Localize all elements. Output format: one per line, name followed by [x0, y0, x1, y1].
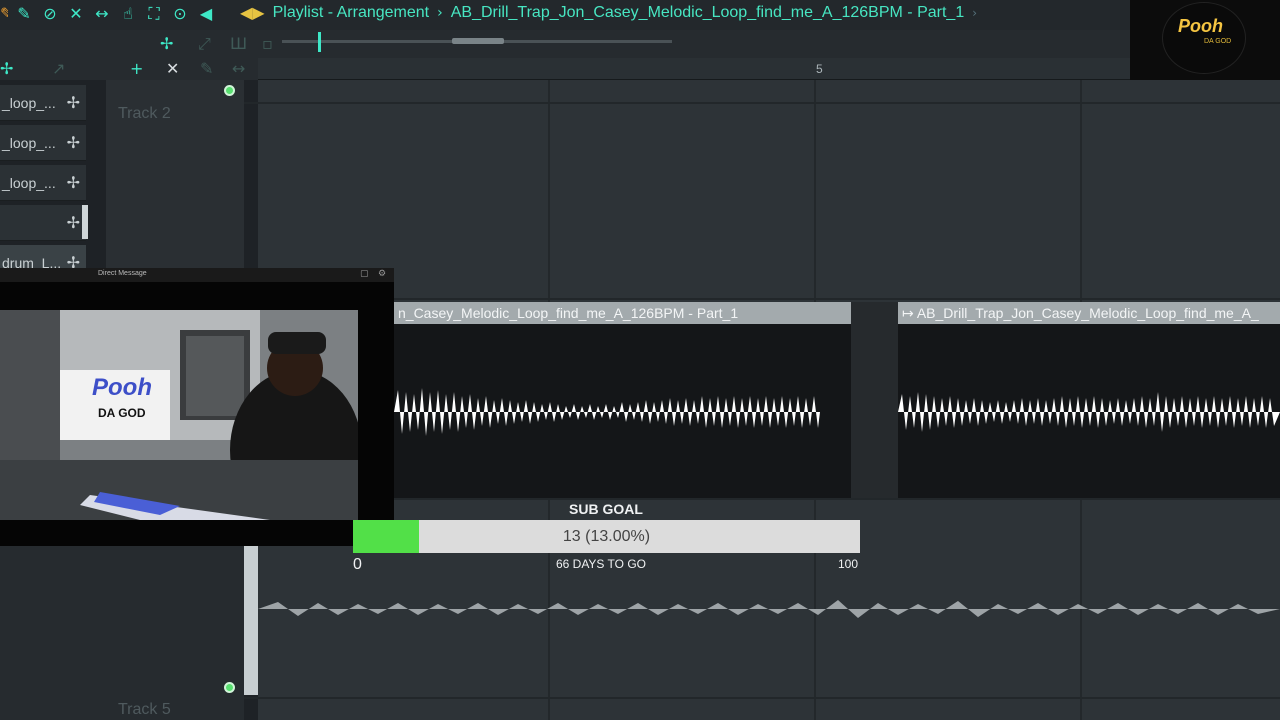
add-icon[interactable]: +	[130, 59, 143, 78]
track-separator	[244, 102, 1280, 104]
audio-clip[interactable]: n_Casey_Melodic_Loop_find_me_A_126BPM - …	[394, 302, 851, 498]
minimize-icon[interactable]: ▢	[360, 269, 369, 279]
webcam-titlebar: Direct Message ▢ ⚙	[0, 268, 394, 282]
channel-handle-icon[interactable]: ✢	[67, 213, 80, 232]
channel-label: _loop_...	[2, 175, 56, 191]
tool-icons: ✎ ✎ ⊘ ✕ ↔ ☝ ⛶ ⊙ ◀	[0, 4, 216, 24]
magnet-icon[interactable]: ▫	[262, 34, 273, 53]
breadcrumb-arrow-icon[interactable]: ›	[972, 6, 977, 20]
title-area: ◀▶ Playlist - Arrangement › AB_Drill_Tra…	[240, 3, 977, 22]
slider-marker[interactable]	[452, 38, 504, 44]
breadcrumb-separator-icon: ›	[437, 4, 443, 21]
channel-scrollbar[interactable]	[82, 205, 88, 239]
streamer-scene	[0, 310, 358, 520]
bar-number: 5	[816, 62, 823, 76]
toolbar-row-2: ✢ ⤢ Ш ▫	[0, 30, 1130, 58]
channel-item[interactable]: _loop_... ✢	[0, 125, 86, 161]
close-icon[interactable]: ✕	[166, 59, 179, 78]
channel-item[interactable]: ✢	[0, 205, 86, 241]
clip-waveform	[898, 392, 1280, 432]
draw-tool-icon[interactable]: ✎	[0, 4, 8, 24]
track-2-led[interactable]	[224, 85, 235, 96]
channel-handle-icon[interactable]: ✢	[67, 173, 80, 192]
track-scrollbar[interactable]	[244, 545, 258, 695]
marquee-icon[interactable]: ⛶	[144, 4, 164, 24]
arrow-icon[interactable]: ↗	[52, 59, 65, 78]
track-separator	[244, 498, 1280, 500]
clip-header[interactable]: ↦ AB_Drill_Trap_Jon_Casey_Melodic_Loop_f…	[898, 302, 1280, 324]
sub-goal-max: 100	[838, 557, 859, 571]
track-separator	[244, 298, 1280, 300]
sub-goal-title: SUB GOAL	[569, 501, 643, 517]
sub-goal-days: 66 DAYS TO GO	[555, 557, 647, 571]
snap-left-icon[interactable]: ✢	[0, 59, 13, 78]
playback-icon[interactable]: ◀	[196, 4, 216, 24]
channel-list: _loop_... ✢ _loop_... ✢ _loop_... ✢ ✢ dr…	[0, 85, 88, 290]
edit-icon[interactable]: ✎	[200, 59, 213, 78]
current-pattern[interactable]: AB_Drill_Trap_Jon_Casey_Melodic_Loop_fin…	[451, 4, 964, 22]
brush-icon[interactable]: ✎	[14, 4, 34, 24]
title-arrow-icon[interactable]: ◀▶	[240, 3, 265, 22]
track-2-label[interactable]: Track 2	[118, 105, 171, 123]
clip-waveform	[394, 388, 820, 436]
playhead[interactable]	[318, 32, 321, 52]
slip-icon[interactable]: ✕	[66, 4, 86, 24]
webcam-overlay: Direct Message ▢ ⚙ Pooh DA GOD	[0, 268, 394, 546]
webcam-logo-text: Pooh	[92, 374, 152, 401]
playlist-toolbar: ✎ ✎ ⊘ ✕ ↔ ☝ ⛶ ⊙ ◀ ◀▶ Playlist - Arrangem…	[0, 0, 1280, 30]
webcam-feed: Pooh DA GOD	[0, 310, 358, 520]
channel-handle-icon[interactable]: ✢	[67, 93, 80, 112]
track-separator	[244, 697, 1280, 699]
mute-icon[interactable]: ⊘	[40, 4, 60, 24]
logo-text: Pooh	[1178, 16, 1223, 36]
link-icon[interactable]: ⤢	[198, 34, 211, 54]
channel-handle-icon[interactable]: ✢	[67, 133, 80, 152]
slice-icon[interactable]: ↔	[92, 4, 112, 24]
clip-header[interactable]: n_Casey_Melodic_Loop_find_me_A_126BPM - …	[394, 302, 851, 324]
timeline-ruler[interactable]	[258, 58, 1130, 80]
webcam-logo-sub: DA GOD	[98, 406, 146, 420]
window-title: Playlist - Arrangement	[272, 3, 430, 21]
channel-item[interactable]: _loop_... ✢	[0, 85, 86, 121]
audio-clip[interactable]: ↦ AB_Drill_Trap_Jon_Casey_Melodic_Loop_f…	[898, 302, 1280, 498]
channel-item[interactable]: _loop_... ✢	[0, 165, 86, 201]
track-waveform	[258, 600, 1280, 618]
track-5-label[interactable]: Track 5	[118, 701, 171, 719]
channel-label: _loop_...	[2, 95, 56, 111]
webcam-title: Direct Message	[98, 270, 147, 277]
clip-title: ↦ AB_Drill_Trap_Jon_Casey_Melodic_Loop_f…	[902, 305, 1259, 321]
sub-goal-min: 0	[353, 556, 362, 573]
expand-icon[interactable]: ↔	[232, 59, 245, 78]
select-icon[interactable]: ☝	[118, 4, 138, 24]
clip-title: n_Casey_Melodic_Loop_find_me_A_126BPM - …	[398, 305, 739, 321]
snap-icon[interactable]: ✢	[160, 34, 173, 53]
track-column-lower	[0, 545, 244, 720]
logo-sub: DA GOD	[1204, 38, 1232, 45]
gear-icon[interactable]: ⚙	[378, 269, 386, 279]
grid-icon[interactable]: Ш	[230, 34, 247, 53]
sub-goal-label: 13 (13.00%)	[562, 528, 651, 545]
toolbar-row-3: ✢ ↗ + ✕ ✎ ↔	[0, 58, 258, 80]
channel-label: _loop_...	[2, 135, 56, 151]
track-5-led[interactable]	[224, 682, 235, 693]
zoom-icon[interactable]: ⊙	[170, 4, 190, 24]
clip-gap	[851, 302, 898, 498]
